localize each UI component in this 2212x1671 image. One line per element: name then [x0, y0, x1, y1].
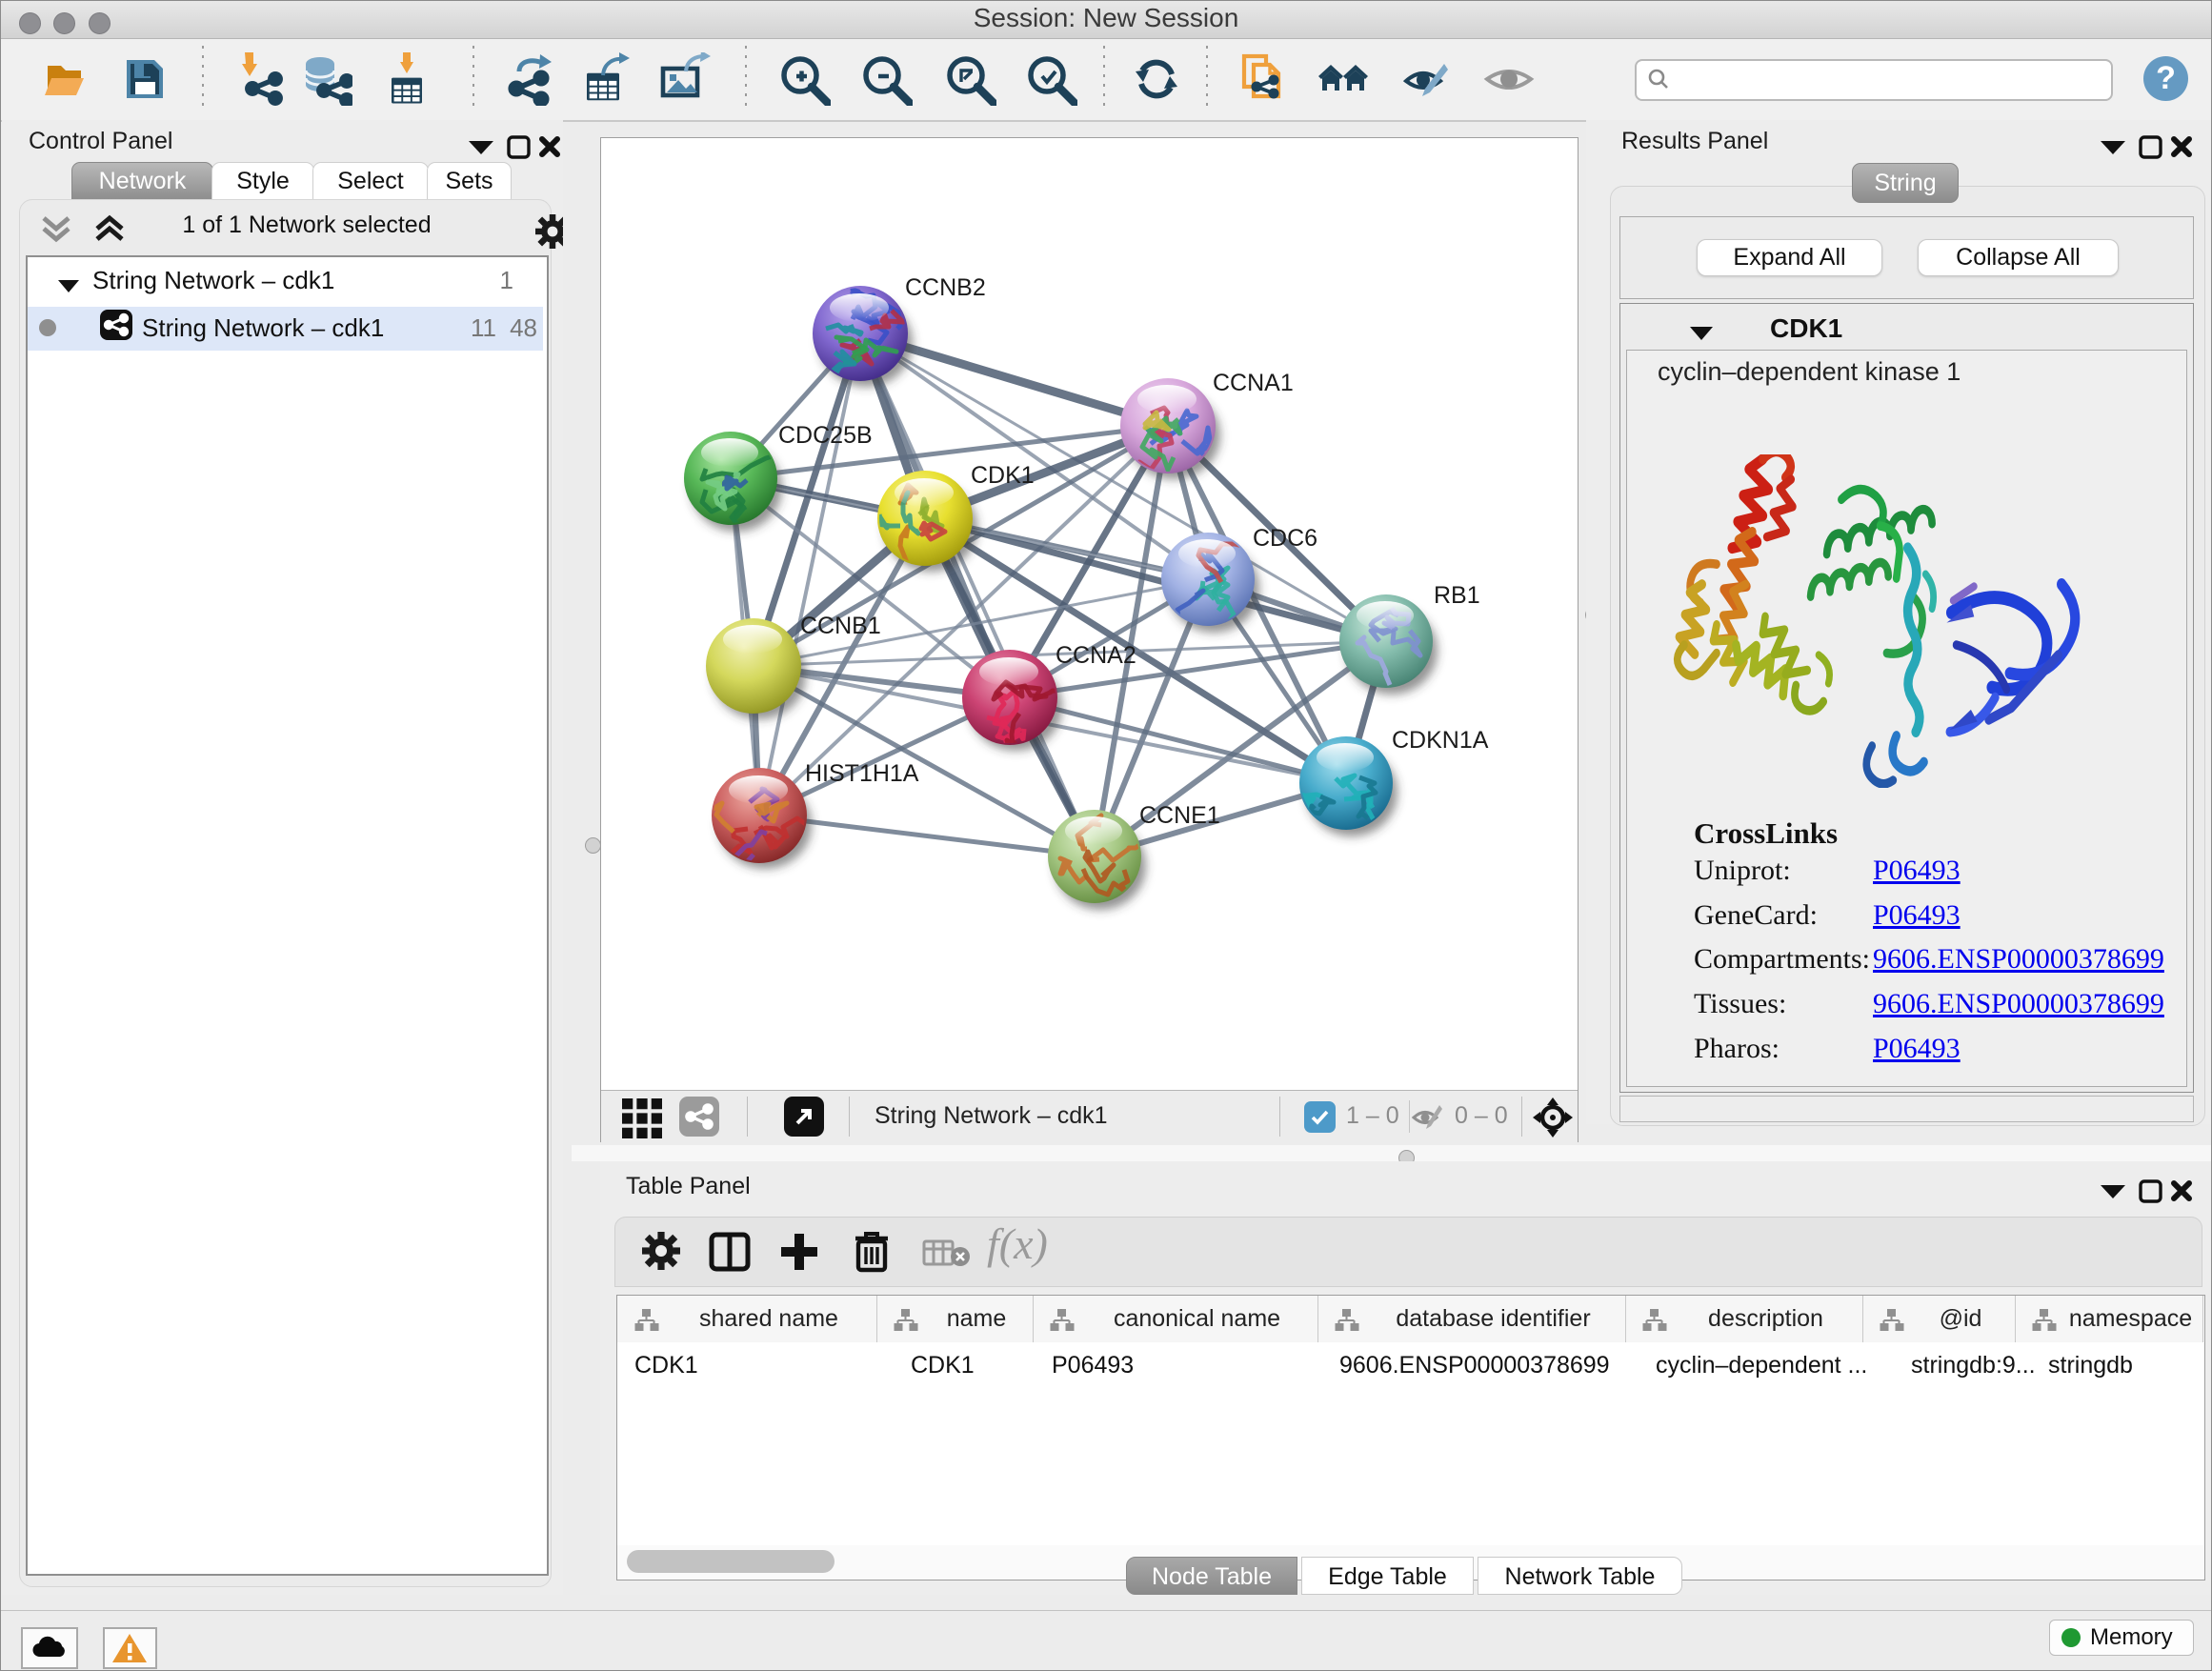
- svg-text:HIST1H1A: HIST1H1A: [805, 760, 919, 787]
- svg-text:CCNB2: CCNB2: [905, 274, 986, 301]
- svg-text:CDK1: CDK1: [971, 462, 1035, 489]
- svg-text:CCNB1: CCNB1: [800, 613, 881, 639]
- svg-text:CDC6: CDC6: [1253, 525, 1317, 552]
- svg-text:CCNA1: CCNA1: [1213, 370, 1294, 396]
- svg-text:CDKN1A: CDKN1A: [1392, 727, 1489, 754]
- svg-text:CDC25B: CDC25B: [778, 422, 873, 449]
- svg-text:CCNE1: CCNE1: [1139, 802, 1220, 829]
- svg-text:CCNA2: CCNA2: [1056, 642, 1136, 669]
- svg-text:RB1: RB1: [1434, 582, 1480, 609]
